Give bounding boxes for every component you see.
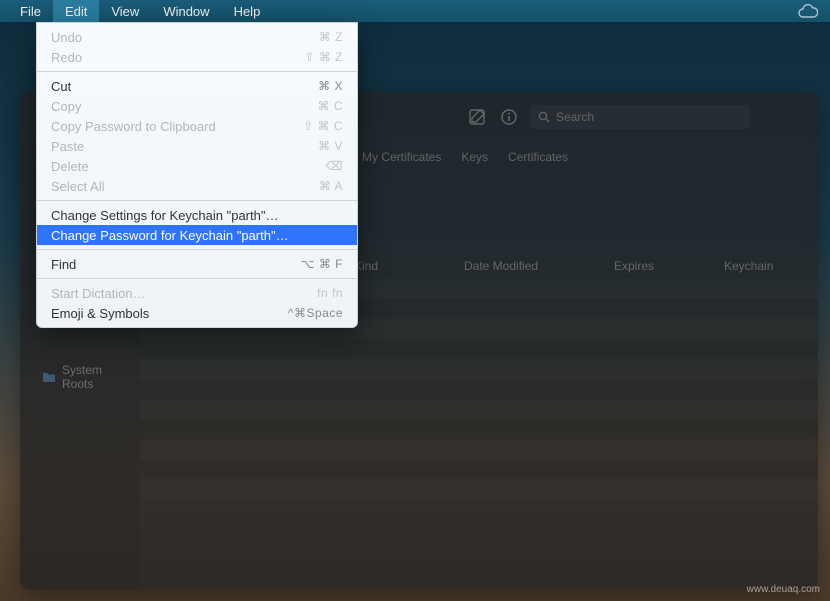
menu-item-shortcut: ⌘ Z: [319, 30, 343, 44]
table-row[interactable]: [140, 419, 818, 439]
tab-certificates[interactable]: Certificates: [506, 148, 570, 166]
table-row[interactable]: [140, 479, 818, 499]
menu-item-label: Cut: [51, 79, 318, 94]
menu-help[interactable]: Help: [222, 0, 273, 22]
menu-item-label: Find: [51, 257, 301, 272]
menu-item-shortcut: ^⌘Space: [288, 306, 343, 320]
table-row[interactable]: [140, 459, 818, 479]
table-row[interactable]: [140, 359, 818, 379]
menu-item-shortcut: ⌘ A: [319, 179, 343, 193]
menu-item-shortcut: ⌘ X: [318, 79, 343, 93]
menu-item-paste: Paste⌘ V: [37, 136, 357, 156]
icloud-status-icon[interactable]: [798, 4, 818, 18]
menu-separator: [37, 200, 357, 201]
column-keychain[interactable]: Keychain: [724, 259, 804, 273]
menu-item-find[interactable]: Find⌥ ⌘ F: [37, 254, 357, 274]
menu-item-change-password-for-keychain-parth[interactable]: Change Password for Keychain "parth"…: [37, 225, 357, 245]
menu-separator: [37, 71, 357, 72]
menu-item-start-dictation: Start Dictation…fn fn: [37, 283, 357, 303]
menu-window[interactable]: Window: [151, 0, 221, 22]
menu-item-label: Select All: [51, 179, 319, 194]
menu-separator: [37, 278, 357, 279]
menu-item-label: Change Settings for Keychain "parth"…: [51, 208, 343, 223]
menu-file[interactable]: File: [8, 0, 53, 22]
menu-item-label: Paste: [51, 139, 318, 154]
menu-item-shortcut: ⌫: [326, 159, 343, 173]
create-note-icon[interactable]: [466, 106, 488, 128]
search-placeholder: Search: [556, 110, 594, 124]
menu-item-shortcut: ⇧ ⌘ Z: [304, 50, 343, 64]
folder-icon: [42, 371, 56, 383]
menu-item-shortcut: fn fn: [317, 286, 343, 300]
edit-menu-dropdown: Undo⌘ ZRedo⇧ ⌘ ZCut⌘ XCopy⌘ CCopy Passwo…: [36, 22, 358, 328]
menu-item-undo: Undo⌘ Z: [37, 27, 357, 47]
menu-item-label: Delete: [51, 159, 326, 174]
menu-item-label: Copy Password to Clipboard: [51, 119, 303, 134]
info-icon[interactable]: [498, 106, 520, 128]
menu-item-shortcut: ⌘ V: [318, 139, 343, 153]
menu-item-cut[interactable]: Cut⌘ X: [37, 76, 357, 96]
column-expires[interactable]: Expires: [614, 259, 724, 273]
menu-separator: [37, 249, 357, 250]
menu-item-label: Emoji & Symbols: [51, 306, 288, 321]
column-date-modified[interactable]: Date Modified: [464, 259, 614, 273]
menu-item-label: Redo: [51, 50, 304, 65]
sidebar-item-system-roots[interactable]: System Roots: [20, 360, 140, 394]
menu-item-shortcut: ⌘ C: [318, 99, 344, 113]
search-icon: [538, 111, 550, 123]
menu-edit[interactable]: Edit: [53, 0, 99, 22]
search-field[interactable]: Search: [530, 105, 750, 129]
menu-item-shortcut: ⇧ ⌘ C: [303, 119, 343, 133]
table-row[interactable]: [140, 339, 818, 359]
menu-item-emoji-symbols[interactable]: Emoji & Symbols^⌘Space: [37, 303, 357, 323]
watermark: www.deuaq.com: [747, 584, 820, 595]
table-row[interactable]: [140, 399, 818, 419]
menu-item-copy: Copy⌘ C: [37, 96, 357, 116]
column-kind[interactable]: Kind: [354, 259, 464, 273]
menu-item-label: Undo: [51, 30, 319, 45]
menu-item-label: Start Dictation…: [51, 286, 317, 301]
menu-item-select-all: Select All⌘ A: [37, 176, 357, 196]
menu-item-copy-password-to-clipboard: Copy Password to Clipboard⇧ ⌘ C: [37, 116, 357, 136]
tab-my-certificates[interactable]: My Certificates: [360, 148, 443, 166]
tab-keys[interactable]: Keys: [459, 148, 490, 166]
menu-item-shortcut: ⌥ ⌘ F: [301, 257, 343, 271]
table-row[interactable]: [140, 439, 818, 459]
menu-item-delete: Delete⌫: [37, 156, 357, 176]
menu-item-redo: Redo⇧ ⌘ Z: [37, 47, 357, 67]
menu-view[interactable]: View: [99, 0, 151, 22]
menu-item-label: Copy: [51, 99, 318, 114]
table-row[interactable]: [140, 379, 818, 399]
menu-item-change-settings-for-keychain-parth[interactable]: Change Settings for Keychain "parth"…: [37, 205, 357, 225]
menu-item-label: Change Password for Keychain "parth"…: [51, 228, 343, 243]
sidebar-item-label: System Roots: [62, 363, 130, 391]
menubar: File Edit View Window Help: [0, 0, 830, 22]
